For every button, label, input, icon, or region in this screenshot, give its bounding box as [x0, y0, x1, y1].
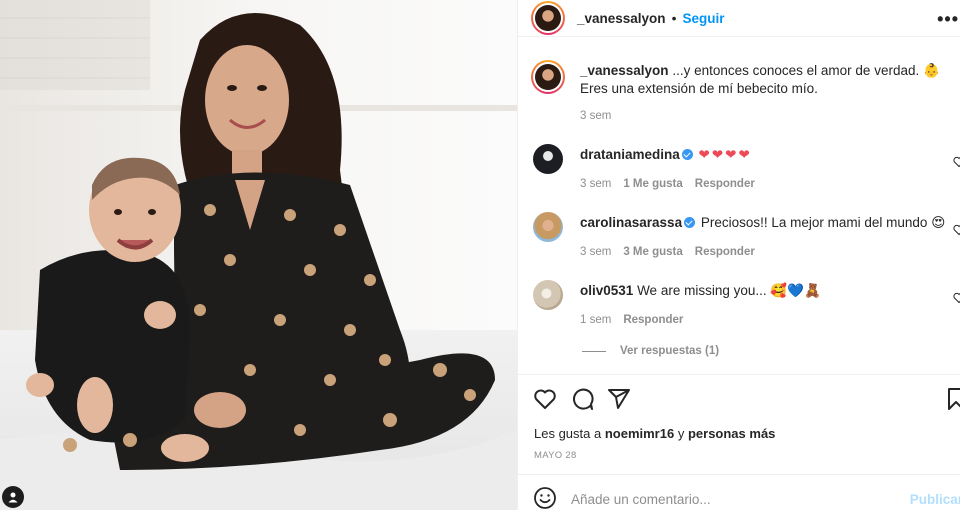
comment-username[interactable]: oliv0531 — [580, 283, 633, 298]
comment-username[interactable]: drataniamedina — [580, 147, 680, 162]
likes-prefix: Les gusta a — [534, 426, 602, 441]
likes-mid: y — [677, 426, 685, 441]
reply-button[interactable]: Responder — [695, 178, 755, 190]
reply-button[interactable]: Responder — [623, 314, 683, 326]
view-replies-button[interactable]: Ver respuestas (1) — [582, 345, 719, 357]
like-comment-heart-icon[interactable] — [953, 292, 960, 304]
heart-eyes-emoji: 😍 — [931, 215, 946, 231]
comment-avatar[interactable] — [533, 212, 563, 242]
caption-body: ...y entonces conoces el amor de verdad. — [672, 63, 920, 78]
emoji-icon[interactable] — [533, 486, 557, 510]
comment-text: carolinasarassa Preciosos!! La mejor mam… — [580, 214, 950, 232]
replies-divider — [582, 350, 606, 352]
post-side-panel: _vanessalyon • Seguir ••• _vanessalyon .… — [517, 0, 960, 510]
heart-icon[interactable] — [533, 387, 557, 411]
post-header: _vanessalyon • Seguir ••• — [518, 0, 960, 37]
likes-others[interactable]: personas más — [688, 426, 775, 441]
post-date[interactable]: MAYO 28 — [534, 450, 577, 461]
comment-input[interactable]: Añade un comentario... — [571, 492, 711, 507]
comment-meta: 3 sem 1 Me gusta Responder — [580, 178, 755, 190]
post-actions: Les gusta a noemimr16 y personas más MAY… — [518, 374, 960, 470]
author-avatar[interactable] — [531, 1, 565, 35]
comment-avatar[interactable] — [533, 280, 563, 310]
hearts-emoji: ❤❤❤❤ — [698, 147, 752, 163]
caption-avatar[interactable] — [531, 60, 565, 94]
comment-meta: 1 sem Responder — [580, 314, 683, 326]
comment-meta: 3 sem 3 Me gusta Responder — [580, 246, 755, 258]
comment-time[interactable]: 3 sem — [580, 178, 611, 190]
separator-dot: • — [671, 10, 677, 26]
comment-time[interactable]: 1 sem — [580, 314, 611, 326]
comment-text: drataniamedina ❤❤❤❤ — [580, 146, 950, 164]
comment-body: Preciosos!! La mejor mami del mundo — [700, 215, 928, 230]
like-comment-heart-icon[interactable] — [953, 156, 960, 168]
likes-summary: Les gusta a noemimr16 y personas más — [534, 426, 775, 441]
verified-icon — [681, 149, 693, 160]
more-icon[interactable]: ••• — [937, 9, 959, 30]
caption-username[interactable]: _vanessalyon — [580, 63, 669, 78]
caption-text: _vanessalyon ...y entonces conoces el am… — [580, 62, 950, 98]
view-replies-label: Ver respuestas (1) — [620, 345, 720, 357]
comment-likes[interactable]: 1 Me gusta — [623, 178, 682, 190]
caption-time[interactable]: 3 sem — [580, 110, 611, 122]
comment-likes[interactable]: 3 Me gusta — [623, 246, 682, 258]
comment-username[interactable]: carolinasarassa — [580, 215, 682, 230]
comment-time[interactable]: 3 sem — [580, 246, 611, 258]
bookmark-icon[interactable] — [944, 387, 960, 411]
likes-user[interactable]: noemimr16 — [605, 426, 674, 441]
user-tag-icon[interactable] — [2, 486, 24, 508]
comment-avatar[interactable] — [533, 144, 563, 174]
baby-emoji: 👶 — [922, 63, 940, 79]
author-username[interactable]: _vanessalyon — [577, 11, 666, 26]
comment-body: We are missing you... — [637, 283, 767, 298]
post-photo[interactable] — [0, 0, 517, 510]
missing-emojis: 🥰💙🧸 — [770, 283, 821, 299]
reply-button[interactable]: Responder — [695, 246, 755, 258]
comments-list[interactable]: _vanessalyon ...y entonces conoces el am… — [518, 38, 960, 374]
comment-composer: Añade un comentario... Publicar — [518, 474, 960, 510]
caption-meta: 3 sem — [580, 110, 611, 122]
caption-body-2: Eres una extensión de mí bebecito mío. — [580, 81, 818, 96]
comment-text: oliv0531 We are missing you... 🥰💙🧸 — [580, 282, 950, 300]
share-icon[interactable] — [607, 387, 631, 411]
verified-icon — [684, 217, 696, 228]
photo-illustration — [0, 0, 517, 510]
comment-icon[interactable] — [570, 387, 594, 411]
like-comment-heart-icon[interactable] — [953, 224, 960, 236]
follow-button[interactable]: Seguir — [682, 11, 724, 26]
publish-button[interactable]: Publicar — [910, 492, 960, 507]
